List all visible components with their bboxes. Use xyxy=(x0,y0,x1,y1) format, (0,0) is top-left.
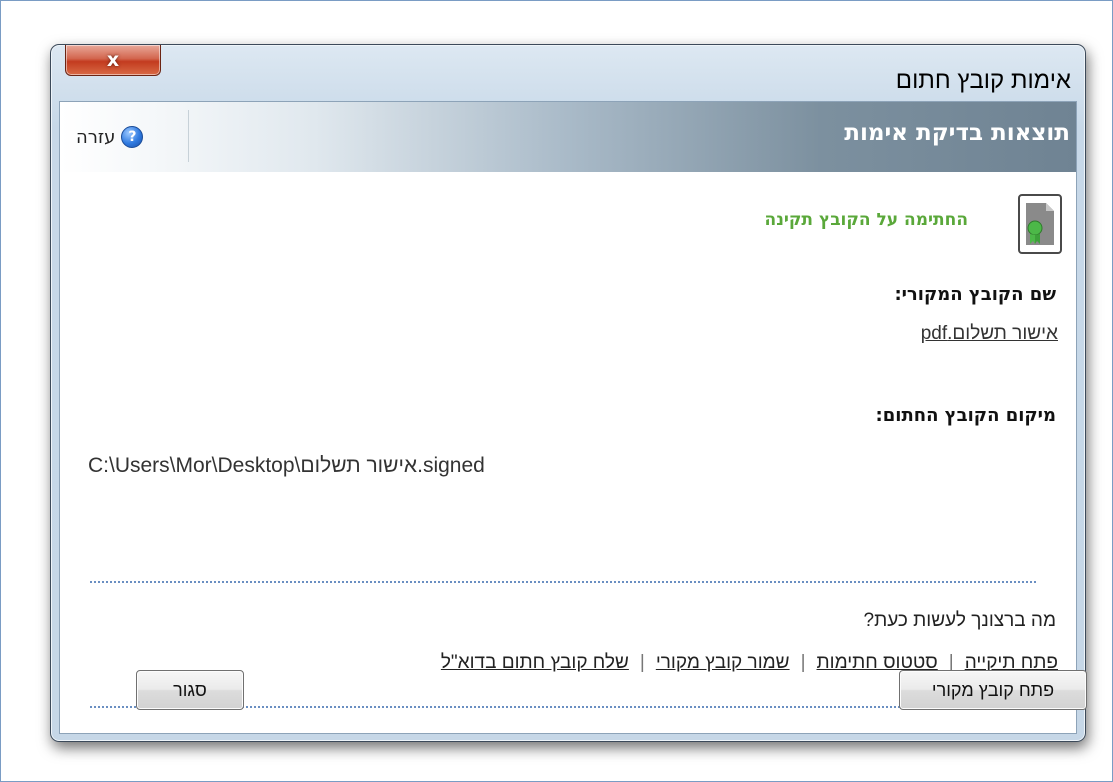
header-title: תוצאות בדיקת אימות xyxy=(844,120,1070,146)
help-link[interactable]: ? עזרה xyxy=(76,121,144,153)
dialog-client-area: תוצאות בדיקת אימות ? עזרה החתימה על הקוב… xyxy=(59,101,1077,734)
header-divider xyxy=(188,110,189,162)
open-original-button[interactable]: פתח קובץ מקורי xyxy=(899,670,1087,710)
signature-status: החתימה על הקובץ תקינה xyxy=(764,210,968,230)
dialog-window: x אימות קובץ חתום תוצאות בדיקת אימות ? ע… xyxy=(50,44,1087,742)
close-button[interactable]: סגור xyxy=(136,670,244,710)
window-close-button[interactable]: x xyxy=(65,45,161,76)
link-separator: | xyxy=(800,652,806,673)
window-title: אימות קובץ חתום xyxy=(895,67,1071,94)
link-separator: | xyxy=(639,652,645,673)
email-signed-link[interactable]: שלח קובץ חתום בדוא"ל xyxy=(441,652,629,674)
dotted-divider xyxy=(90,581,1036,583)
close-icon[interactable]: x xyxy=(107,49,119,71)
signed-file-label: מיקום הקובץ החתום: xyxy=(875,405,1056,426)
signed-file-path: C:\Users\Mor\Desktop\אישור תשלום.signed xyxy=(88,454,485,477)
help-label[interactable]: עזרה xyxy=(76,127,115,148)
header-bar: תוצאות בדיקת אימות ? עזרה xyxy=(60,102,1076,172)
save-original-link[interactable]: שמור קובץ מקורי xyxy=(656,652,790,674)
original-file-link[interactable]: אישור תשלום.pdf xyxy=(921,323,1058,345)
original-file-label: שם הקובץ המקורי: xyxy=(894,284,1056,305)
help-icon[interactable]: ? xyxy=(121,126,144,148)
next-action-question: מה ברצונך לעשות כעת? xyxy=(863,610,1057,631)
certificate-file-icon xyxy=(1018,194,1062,254)
